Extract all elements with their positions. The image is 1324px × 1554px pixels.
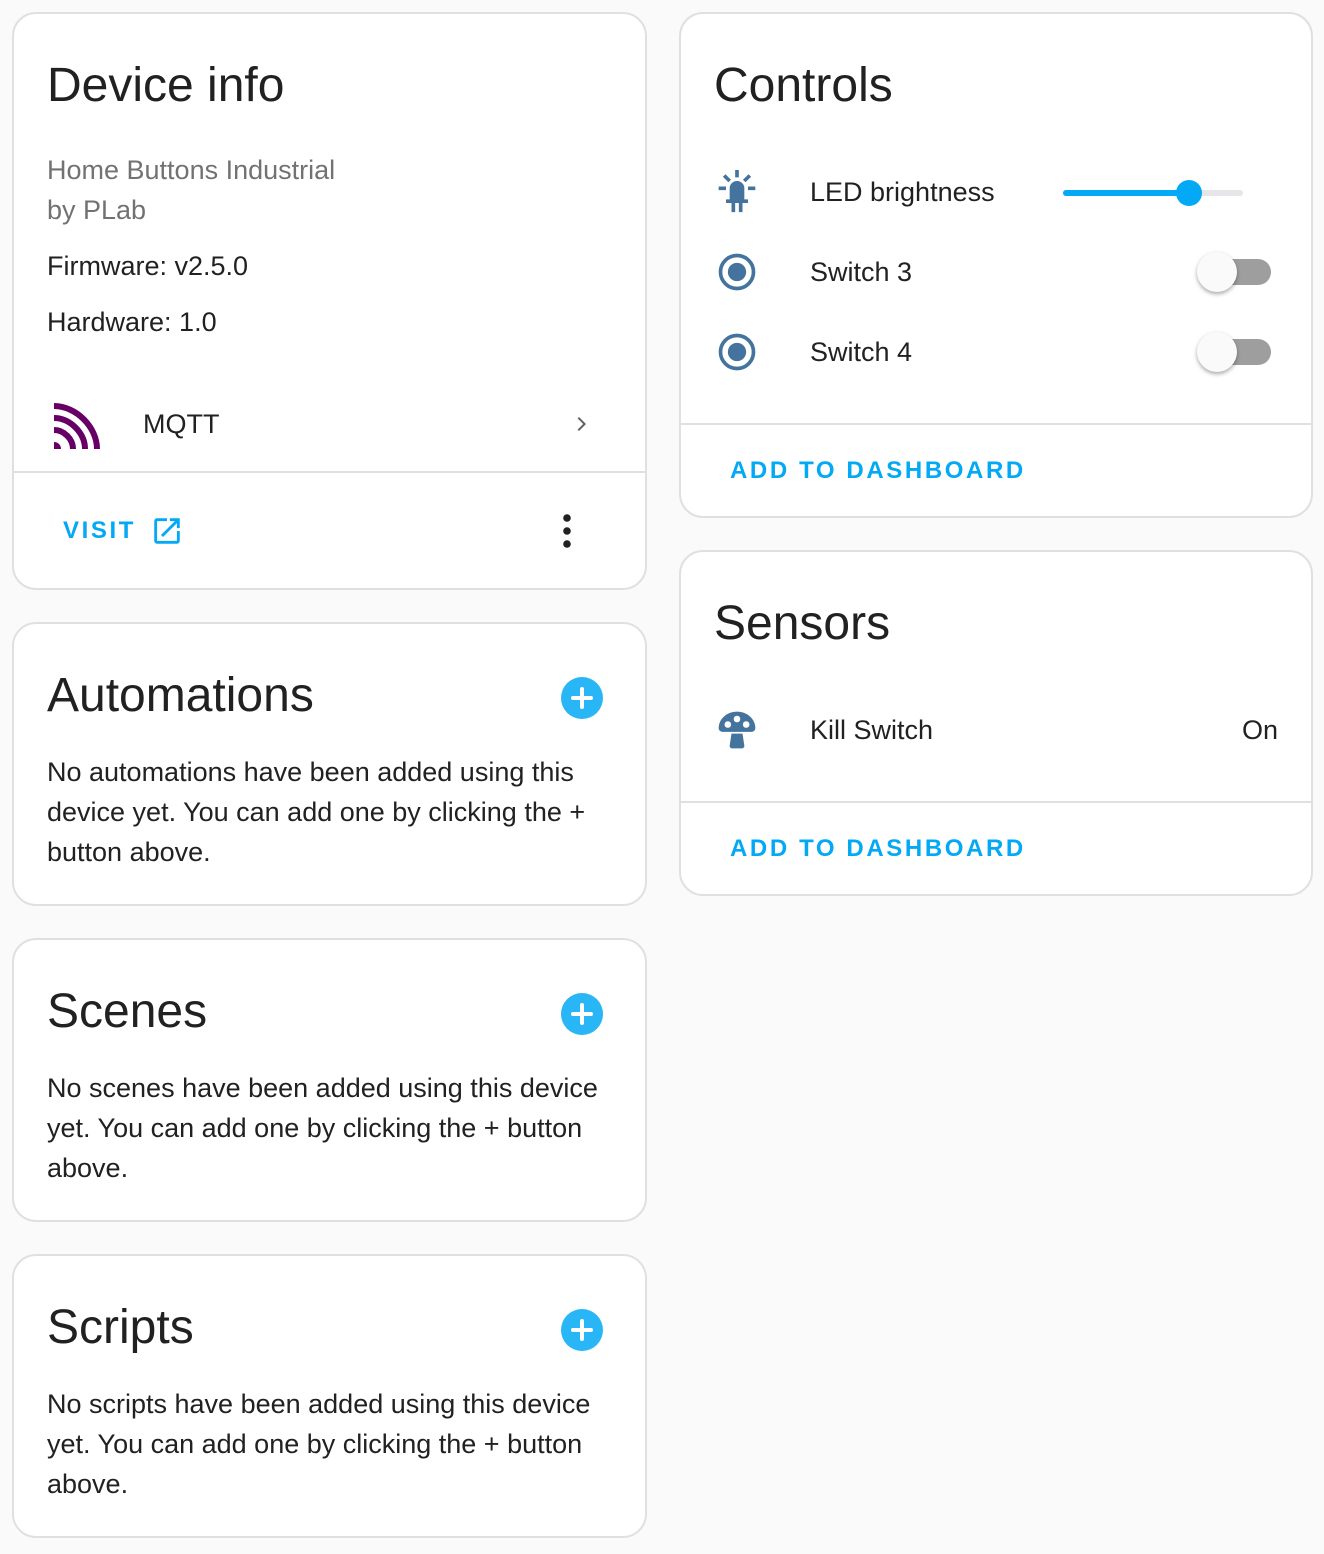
mqtt-logo-icon (54, 403, 100, 449)
automations-title: Automations (47, 669, 314, 722)
scripts-card: Scripts No scripts have been added using… (12, 1254, 647, 1538)
visit-label: Visit (63, 517, 137, 544)
radiobox-marked-icon (718, 333, 756, 371)
sensors-add-to-dashboard-button[interactable]: Add to dashboard (730, 835, 1026, 863)
radiobox-marked-icon (718, 253, 756, 291)
device-info-title: Device info (47, 59, 285, 112)
integration-label: MQTT (143, 409, 220, 439)
add-automation-button[interactable] (561, 677, 603, 719)
device-manufacturer: by PLab (47, 195, 147, 225)
integration-row-mqtt[interactable]: MQTT (14, 384, 645, 466)
add-scene-button[interactable] (561, 993, 603, 1035)
toggle-knob (1197, 252, 1237, 292)
firmware-version: Firmware: v2.5.0 (47, 251, 249, 281)
automations-empty-text: No automations have been added using thi… (47, 757, 586, 867)
device-info-card: Device info Home Buttons Industrial by P… (12, 12, 647, 590)
sensors-card: Sensors Kill Switch On Add to dashboard (679, 550, 1313, 896)
add-script-button[interactable] (561, 1309, 603, 1351)
mushroom-icon (718, 711, 756, 749)
entity-state: On (1241, 715, 1278, 745)
card-divider (681, 423, 1311, 425)
scripts-empty-text: No scripts have been added using this de… (47, 1389, 591, 1499)
sensors-title: Sensors (714, 597, 891, 650)
scenes-card: Scenes No scenes have been added using t… (12, 938, 647, 1222)
switch-3-toggle[interactable] (1197, 250, 1273, 294)
entity-row-switch-4: Switch 4 (681, 322, 1311, 382)
toggle-knob (1197, 332, 1237, 372)
slider-fill (1063, 190, 1189, 196)
dots-vertical-icon (563, 514, 571, 548)
slider-thumb[interactable] (1176, 180, 1202, 206)
card-divider (14, 471, 645, 473)
scripts-title: Scripts (47, 1301, 194, 1354)
device-model: Home Buttons Industrial (47, 155, 336, 185)
entity-label: Switch 4 (810, 337, 913, 367)
entity-label: Switch 3 (810, 257, 913, 287)
chevron-right-icon (577, 417, 586, 431)
entity-label: Kill Switch (810, 715, 934, 745)
visit-button[interactable]: Visit (48, 505, 198, 555)
led-icon (718, 170, 756, 213)
entity-row-switch-3: Switch 3 (681, 242, 1311, 302)
controls-add-to-dashboard-button[interactable]: Add to dashboard (730, 457, 1026, 485)
automations-card: Automations No automations have been add… (12, 622, 647, 906)
controls-title: Controls (714, 59, 893, 112)
card-divider (681, 801, 1311, 803)
switch-4-toggle[interactable] (1197, 330, 1273, 374)
scenes-empty-text: No scenes have been added using this dev… (47, 1073, 598, 1183)
entity-label: LED brightness (810, 177, 995, 207)
open-in-new-icon (154, 518, 180, 544)
entity-row-kill-switch[interactable]: Kill Switch On (681, 700, 1311, 760)
hardware-version: Hardware: 1.0 (47, 307, 217, 337)
led-brightness-slider[interactable] (1063, 173, 1243, 213)
scenes-title: Scenes (47, 985, 208, 1038)
device-menu-button[interactable] (543, 507, 591, 555)
controls-card: Controls LED brightness Switch 3 Switch … (679, 12, 1313, 518)
